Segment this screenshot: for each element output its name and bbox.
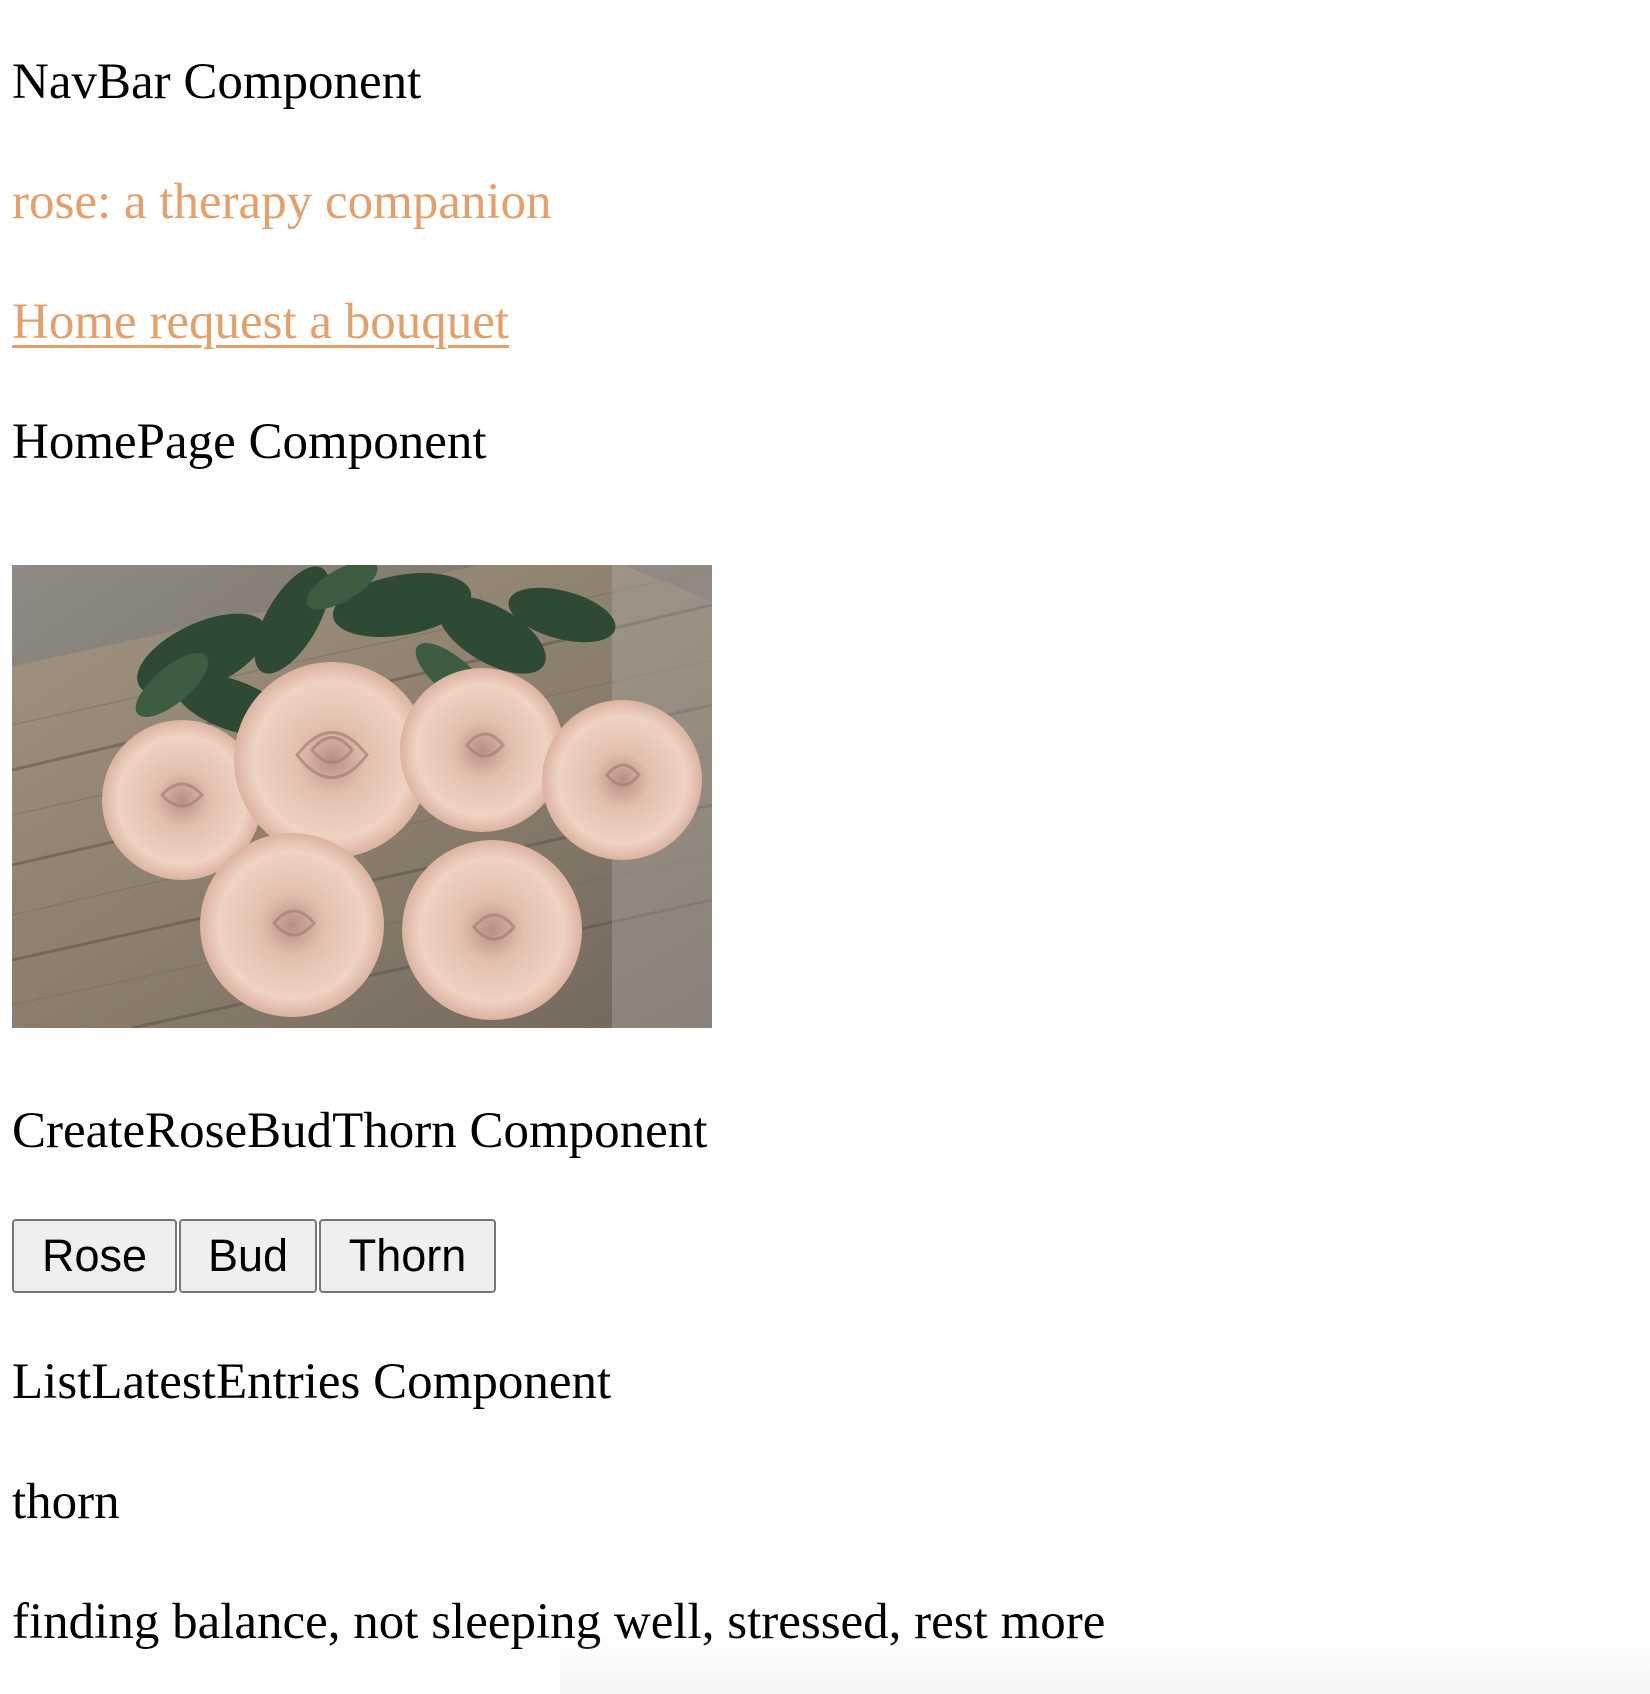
navbar-component-label: NavBar Component [12,54,422,110]
rose-bud-thorn-buttons: Rose Bud Thorn [12,1219,496,1293]
thorn-button[interactable]: Thorn [319,1219,496,1293]
entry-text: finding balance, not sleeping well, stre… [12,1594,1106,1650]
brand-title: rose: a therapy companion [12,174,552,230]
rose-button[interactable]: Rose [12,1219,177,1293]
entry-type: thorn [12,1474,120,1530]
nav-link-request-bouquet[interactable]: request a bouquet [149,294,509,350]
create-rose-bud-thorn-component-label: CreateRoseBudThorn Component [12,1103,708,1159]
nav-links: Home request a bouquet [12,292,509,352]
bud-button[interactable]: Bud [179,1219,317,1293]
homepage-component-label: HomePage Component [12,414,487,470]
list-latest-entries-component-label: ListLatestEntries Component [12,1354,612,1410]
nav-link-home[interactable]: Home [12,294,137,350]
nav-link-separator [137,294,150,350]
roses-hero-image [12,565,712,1028]
